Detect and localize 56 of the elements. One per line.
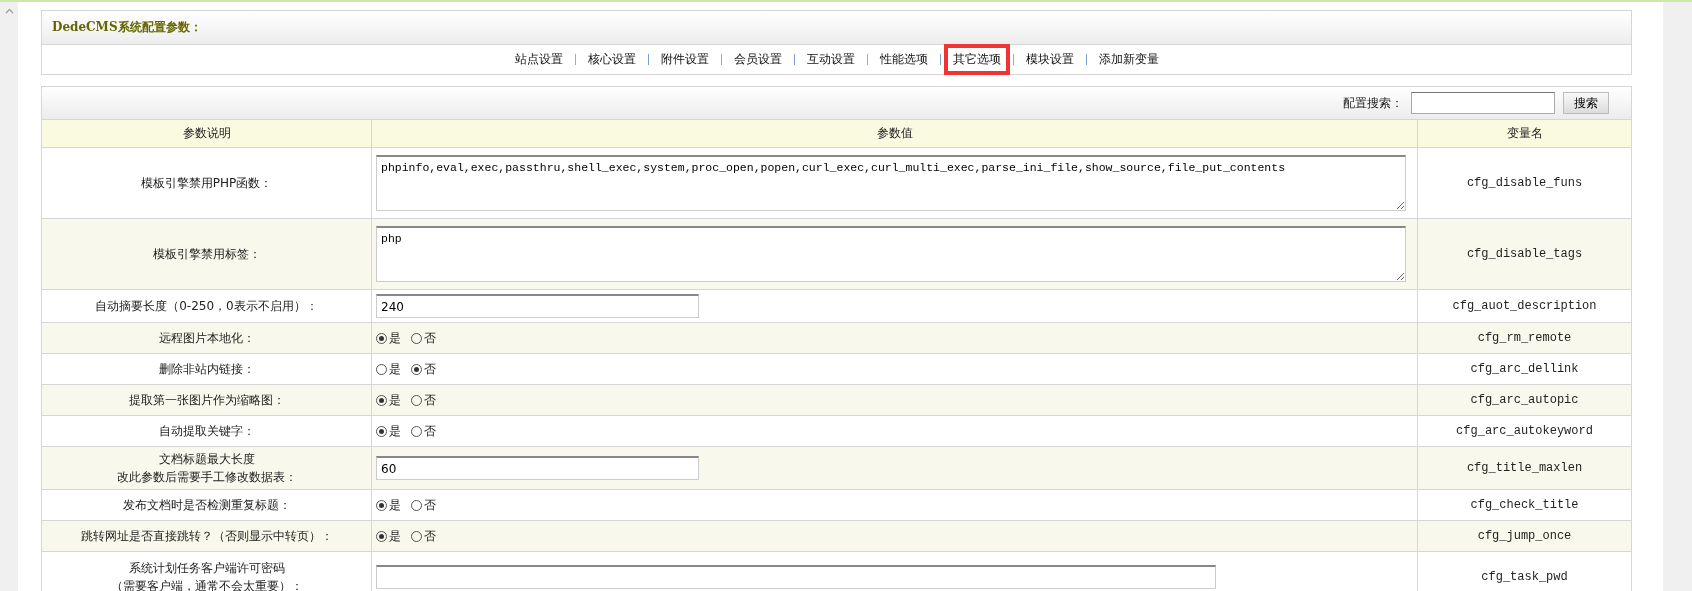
variable-name: cfg_rm_remote [1477, 331, 1572, 345]
search-field[interactable] [1411, 92, 1555, 114]
settings-tab[interactable]: 站点设置 [505, 44, 572, 75]
radio-label: 是 [389, 391, 401, 409]
radio-label: 否 [424, 391, 436, 409]
variable-name: cfg_jump_once [1477, 529, 1572, 543]
parameter-label: 改此参数后需要手工修改数据表： [116, 469, 297, 486]
page-title: DedeCMS系统配置参数： [52, 19, 202, 36]
value-field[interactable] [376, 565, 1216, 589]
parameter-label: 自动摘要长度（0-250，0表示不启用）： [95, 298, 318, 315]
settings-tab[interactable]: 添加新变量 [1089, 44, 1168, 75]
variable-name: cfg_title_maxlen [1466, 461, 1583, 475]
variable-name: cfg_disable_funs [1466, 176, 1583, 190]
parameter-label: 远程图片本地化： [158, 330, 255, 347]
parameter-label: 跳转网址是否直接跳转？（否则显示中转页）： [80, 528, 333, 545]
column-header: 变量名 [1418, 120, 1631, 148]
settings-tab[interactable]: 附件设置 [651, 44, 718, 75]
value-field[interactable]: 240 [376, 294, 699, 318]
parameter-label: 模板引擎禁用标签： [152, 246, 261, 263]
value-textarea[interactable]: phpinfo,eval,exec,passthru,shell_exec,system,proc_open,popen,curl_exec,curl_multi_exec,parse_ini_file,show_source,file_put_contents [376, 155, 1406, 211]
parameter-label: 系统计划任务客户端许可密码 [128, 560, 285, 577]
settings-tab[interactable]: 会员设置 [724, 44, 791, 75]
variable-name: cfg_check_title [1470, 498, 1579, 512]
parameter-label: 发布文档时是否检测重复标题： [122, 497, 291, 514]
variable-name: cfg_task_pwd [1481, 570, 1568, 584]
radio-label: 否 [424, 360, 436, 378]
radio-label: 否 [424, 527, 436, 545]
radio-label: 否 [424, 422, 436, 440]
settings-tab[interactable]: 性能选项 [870, 44, 937, 75]
settings-tab[interactable]: 互动设置 [797, 44, 864, 75]
variable-name: cfg_arc_dellink [1470, 362, 1579, 376]
radio-label: 是 [389, 422, 401, 440]
parameter-label: 提取第一张图片作为缩略图： [128, 392, 285, 409]
variable-name: cfg_arc_autopic [1470, 393, 1579, 407]
value-field[interactable]: 60 [376, 456, 699, 480]
parameter-label: 文档标题最大长度 [158, 451, 255, 468]
radio-label: 是 [389, 329, 401, 347]
variable-name: cfg_disable_tags [1466, 247, 1583, 261]
column-header: 参数说明 [42, 120, 372, 148]
parameter-label: 自动提取关键字： [158, 423, 255, 440]
radio-label: 否 [424, 329, 436, 347]
radio-label: 是 [389, 496, 401, 514]
column-header: 参数值 [372, 120, 1418, 148]
settings-tab[interactable]: 核心设置 [578, 44, 645, 75]
parameter-label: 删除非站内链接： [158, 361, 255, 378]
value-textarea[interactable]: php [376, 226, 1406, 282]
parameter-label: 模板引擎禁用PHP函数： [140, 175, 273, 192]
settings-tab[interactable]: 模块设置 [1016, 44, 1083, 75]
variable-name: cfg_arc_autokeyword [1456, 424, 1593, 438]
radio-label: 是 [389, 527, 401, 545]
variable-name: cfg_auot_description [1452, 299, 1597, 313]
settings-tab[interactable]: 其它选项 [943, 44, 1010, 75]
search-button[interactable]: 搜索 [1563, 92, 1609, 114]
search-label: 配置搜索： [1343, 94, 1403, 112]
radio-label: 是 [389, 360, 401, 378]
radio-label: 否 [424, 496, 436, 514]
